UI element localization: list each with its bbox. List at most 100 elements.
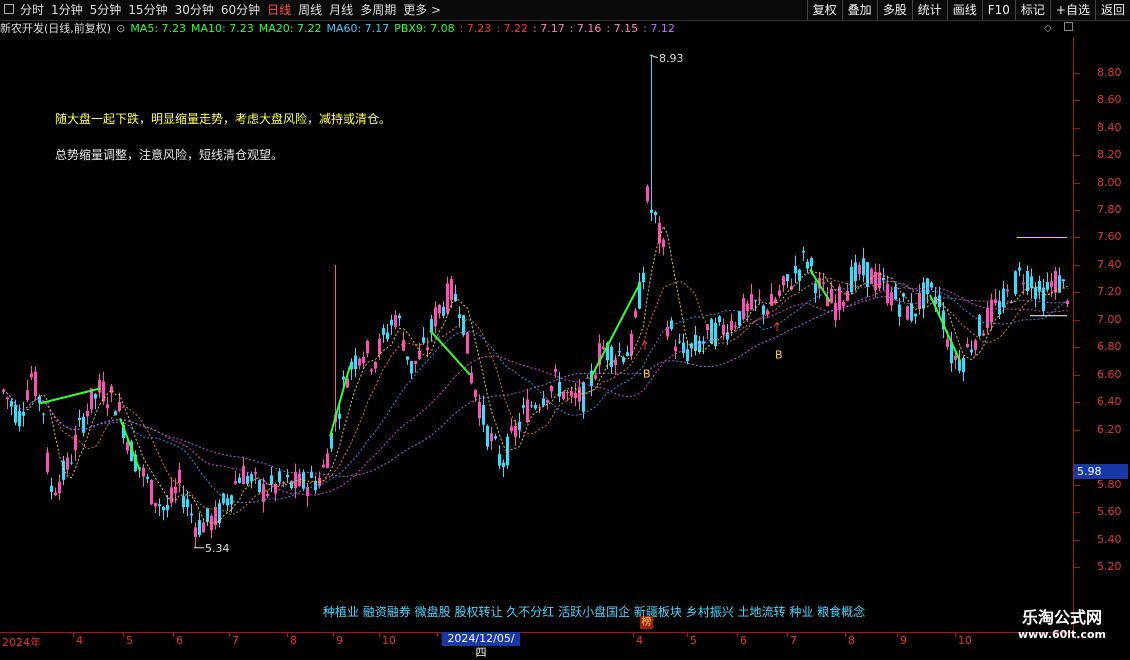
candle-body <box>46 452 49 472</box>
tool-button-2[interactable]: 多股 <box>876 0 912 20</box>
period-tab-2[interactable]: 5分钟 <box>90 0 122 20</box>
candle-body <box>434 307 437 327</box>
time-label-4: 7 <box>232 634 239 647</box>
price-tick-7: 7.40 <box>1097 257 1122 271</box>
tool-button-1[interactable]: 叠加 <box>841 0 877 20</box>
candle-body <box>646 186 649 202</box>
candle-body <box>846 290 849 301</box>
bang-badge[interactable]: 榜 <box>640 616 653 629</box>
candle-body <box>658 223 661 243</box>
period-tab-6[interactable]: 日线 <box>267 0 291 20</box>
diamond-icon[interactable]: ◇ <box>1044 23 1052 34</box>
tool-button-8[interactable]: 返回 <box>1094 0 1130 20</box>
candle-body <box>810 258 813 267</box>
candle-body <box>242 466 245 485</box>
candle-body <box>234 480 237 484</box>
period-tab-3[interactable]: 15分钟 <box>128 0 167 20</box>
tool-button-5[interactable]: F10 <box>981 0 1015 20</box>
price-tick-17: 5.20 <box>1097 560 1122 573</box>
tool-button-6[interactable]: 标记 <box>1014 0 1050 20</box>
period-tab-5[interactable]: 60分钟 <box>221 0 260 20</box>
tool-button-4[interactable]: 画线 <box>946 0 982 20</box>
price-tick-mark <box>1074 210 1080 212</box>
price-tick-6: 7.60 <box>1097 230 1122 244</box>
menu-checkbox[interactable] <box>4 4 14 14</box>
price-tick-mark <box>1074 292 1080 294</box>
pbx-value-5: : 7.15 <box>606 22 639 35</box>
candle-body <box>922 282 925 309</box>
close-icon[interactable] <box>1064 22 1073 31</box>
trend-segment-6 <box>929 294 961 362</box>
candle-body <box>454 293 457 302</box>
pbx9-value: PBX9: 7.08 <box>394 22 455 35</box>
price-tick-4: 8.00 <box>1097 175 1122 189</box>
candle-body <box>394 315 397 327</box>
time-tick-mark <box>287 633 288 637</box>
candle-body <box>662 239 665 248</box>
period-tab-8[interactable]: 月线 <box>329 0 353 20</box>
tool-button-7[interactable]: +自选 <box>1049 0 1095 20</box>
candle-body <box>174 486 177 494</box>
time-label-0: 2024年 <box>2 636 41 649</box>
buy-marker-1: B <box>643 368 651 381</box>
candle-body <box>914 313 917 317</box>
candle-body <box>406 356 409 360</box>
candle-body <box>834 302 837 321</box>
moving-average-line-4 <box>3 296 1068 477</box>
candle-body <box>614 359 617 366</box>
candle-body <box>582 382 585 412</box>
price-tick-mark <box>1074 374 1080 376</box>
candle-body <box>694 334 697 351</box>
candle-body <box>62 460 65 480</box>
candle-body <box>898 304 901 317</box>
candle-body <box>678 341 681 343</box>
dropdown-icon[interactable]: ⊙ <box>116 21 125 37</box>
candle-body <box>378 338 381 355</box>
low-price-label: 5.34 <box>205 542 230 555</box>
candle-body <box>570 391 573 396</box>
candle-body <box>1014 271 1017 294</box>
tool-button-0[interactable]: 复权 <box>806 0 842 20</box>
candle-body <box>442 307 445 316</box>
candle-body <box>446 283 449 313</box>
candle-body <box>882 278 885 281</box>
candle-body <box>758 299 761 301</box>
candle-body <box>258 480 261 493</box>
time-tick-mark <box>897 633 898 637</box>
candle-body <box>278 471 281 483</box>
period-tab-9[interactable]: 多周期 <box>360 0 396 20</box>
candle-body <box>426 347 429 350</box>
tool-button-3[interactable]: 统计 <box>911 0 947 20</box>
candle-body <box>158 504 161 507</box>
period-tab-4[interactable]: 30分钟 <box>175 0 214 20</box>
stock-title[interactable]: 新农开发(日线,前复权) <box>0 21 111 37</box>
candle-body <box>502 462 505 468</box>
price-tick-11: 6.60 <box>1097 367 1122 381</box>
price-tick-15: 5.60 <box>1097 505 1122 519</box>
candle-body <box>802 250 805 253</box>
candle-body <box>146 476 149 480</box>
candle-body <box>746 303 749 311</box>
time-label-5: 8 <box>290 634 297 647</box>
candle-body <box>350 361 353 370</box>
ma20-value: MA20: 7.22 <box>258 22 322 35</box>
candle-body <box>870 268 873 285</box>
candle-body <box>466 332 469 354</box>
selected-date-badge: 2024/12/05/四 <box>442 632 520 659</box>
time-axis: 2024年45678910111245678910 <box>0 632 1073 651</box>
period-tab-0[interactable]: 分时 <box>20 0 44 20</box>
candle-body <box>1050 281 1053 287</box>
price-tick-mark <box>1074 567 1080 568</box>
candle-body <box>1066 300 1069 305</box>
period-tab-1[interactable]: 1分钟 <box>51 0 83 20</box>
high-price-label: 8.93 <box>659 52 684 65</box>
period-tab-7[interactable]: 周线 <box>298 0 322 20</box>
candle-body <box>26 390 29 400</box>
time-label-16: 10 <box>958 634 972 647</box>
candle-body <box>730 320 733 330</box>
period-tab-10[interactable]: 更多 > <box>403 0 441 20</box>
trend-segment-1 <box>119 417 141 472</box>
pbx-value-6: : 7.12 <box>643 22 675 35</box>
candle-body <box>106 404 109 409</box>
price-tick-0: 8.80 <box>1097 65 1122 79</box>
